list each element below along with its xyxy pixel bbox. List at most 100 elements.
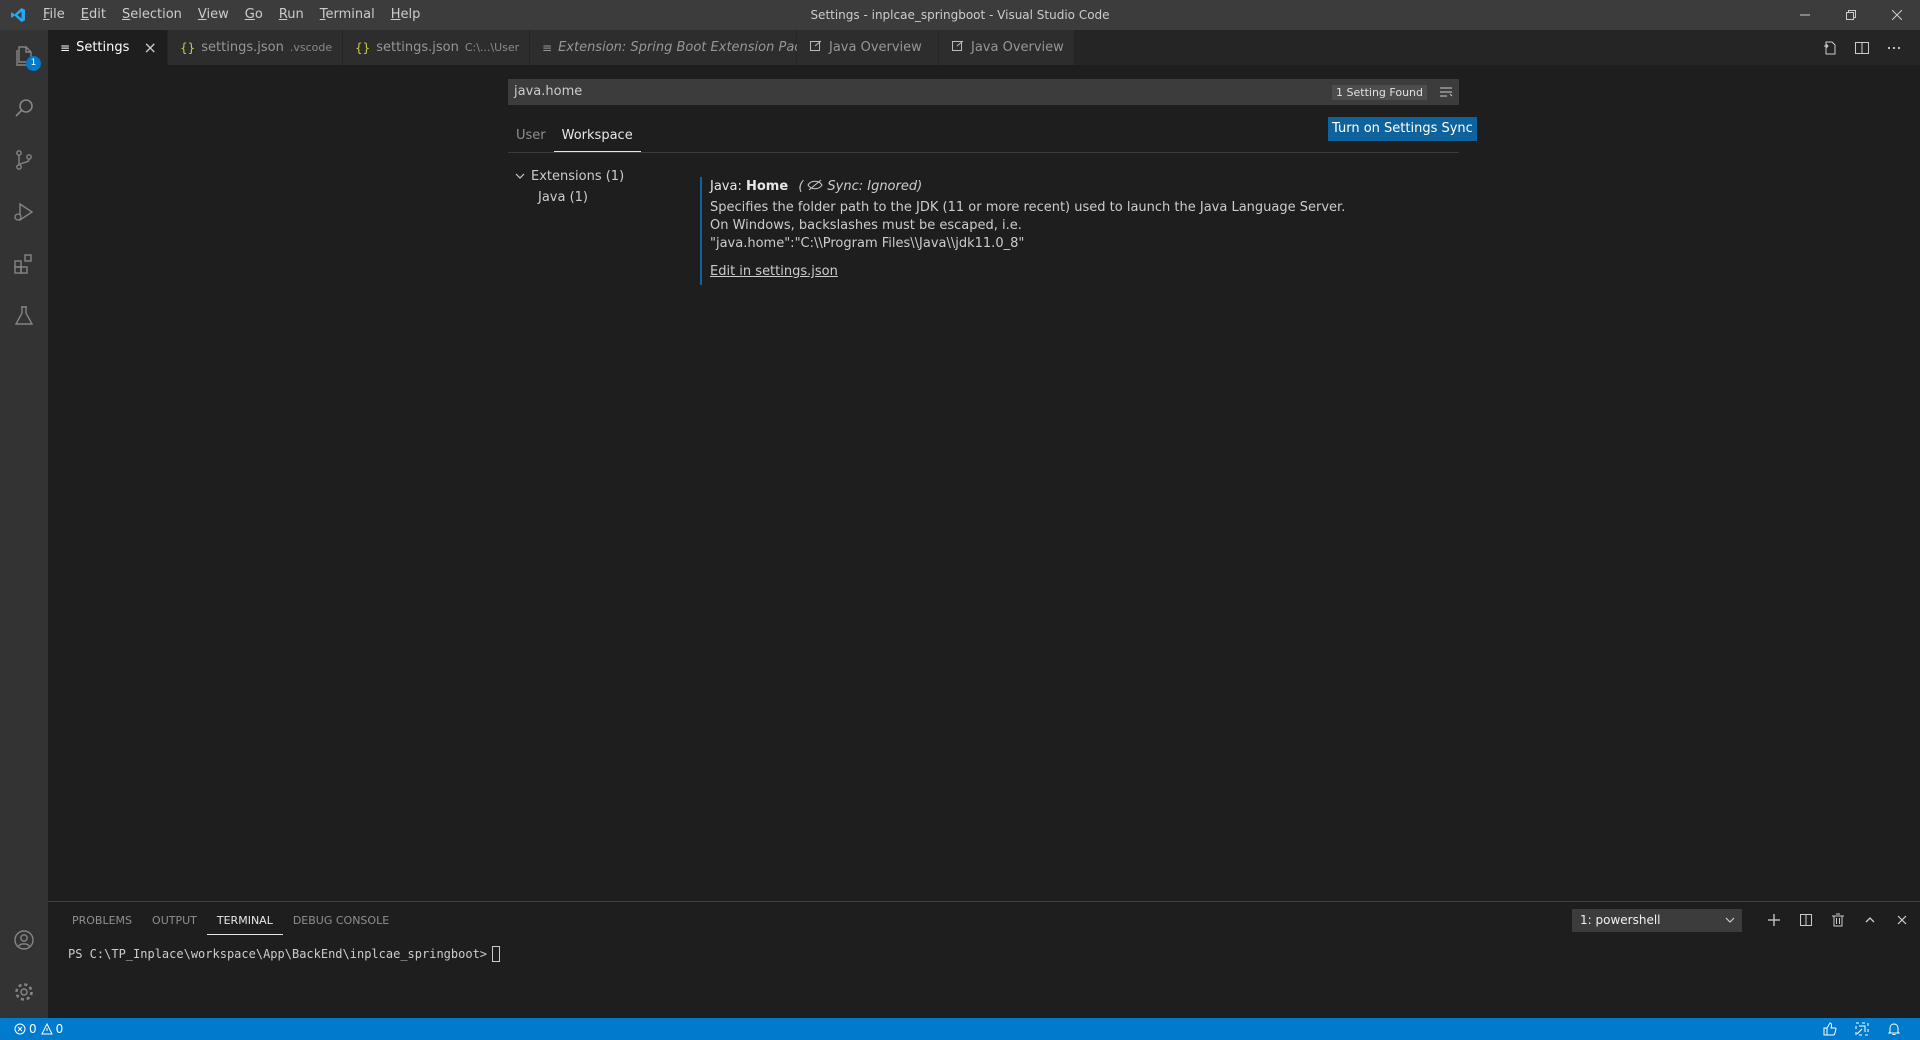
settings-search-value[interactable]: java.home bbox=[508, 79, 1332, 105]
close-panel-button[interactable] bbox=[1886, 907, 1918, 933]
problems-status[interactable]: 0 0 bbox=[0, 1022, 63, 1036]
minimize-icon bbox=[1800, 14, 1810, 16]
tab-java-overview-2[interactable]: Java Overview bbox=[939, 30, 1075, 65]
open-settings-json-button[interactable] bbox=[1814, 30, 1846, 65]
feedback-button[interactable] bbox=[1814, 1022, 1846, 1036]
split-terminal-button[interactable] bbox=[1790, 907, 1822, 933]
filter-button[interactable] bbox=[1433, 86, 1459, 98]
tab-extension-spring-boot[interactable]: ≡ Extension: Spring Boot Extension Pack bbox=[530, 30, 809, 65]
filter-icon bbox=[1440, 87, 1453, 97]
close-tab-icon[interactable]: × bbox=[143, 38, 157, 57]
setting-description-line-3: "java.home":"C:\\Program Files\\Java\\jd… bbox=[710, 236, 1025, 251]
activity-testing[interactable] bbox=[0, 290, 48, 342]
open-file-icon bbox=[1824, 41, 1836, 54]
new-terminal-button[interactable] bbox=[1758, 907, 1790, 933]
close-icon bbox=[1897, 915, 1907, 925]
menu-run[interactable]: Run bbox=[271, 0, 312, 30]
maximize-panel-button[interactable] bbox=[1854, 907, 1886, 933]
activity-explorer[interactable]: 1 bbox=[0, 30, 48, 82]
sync-paren: ( bbox=[798, 179, 804, 194]
setting-key: Home bbox=[745, 179, 789, 194]
tab-label: Settings bbox=[76, 40, 130, 55]
toc-java-item[interactable]: Java (1) bbox=[513, 187, 693, 209]
account-icon bbox=[14, 930, 34, 950]
close-icon bbox=[1892, 10, 1902, 20]
menu-selection[interactable]: Selection bbox=[114, 0, 190, 30]
tab-settings-json-workspace[interactable]: {} settings.json .vscode bbox=[168, 30, 343, 65]
preview-icon bbox=[951, 39, 965, 56]
tab-description: .vscode bbox=[289, 41, 333, 54]
activity-manage[interactable] bbox=[0, 966, 48, 1018]
tab-settings-json-user[interactable]: {} settings.json C:\...\User bbox=[343, 30, 530, 65]
tab-java-overview-1[interactable]: Java Overview bbox=[797, 30, 939, 65]
notifications-button[interactable] bbox=[1878, 1022, 1910, 1036]
activity-accounts[interactable] bbox=[0, 914, 48, 966]
close-window-button[interactable] bbox=[1874, 0, 1920, 30]
kill-terminal-button[interactable] bbox=[1822, 907, 1854, 933]
menu-view[interactable]: View bbox=[190, 0, 237, 30]
terminal-cursor bbox=[492, 946, 501, 962]
panel-actions bbox=[1758, 907, 1918, 933]
settings-editor: java.home 1 Setting Found User Workspace… bbox=[48, 65, 1920, 901]
title-bar: File Edit Selection View Go Run Terminal… bbox=[0, 0, 1920, 30]
activity-run-debug[interactable] bbox=[0, 186, 48, 238]
activity-source-control[interactable] bbox=[0, 134, 48, 186]
extensions-icon bbox=[14, 254, 32, 274]
sync-ignored-icon bbox=[807, 179, 823, 191]
more-actions-button[interactable] bbox=[1878, 30, 1910, 65]
menu-file[interactable]: File bbox=[35, 0, 73, 30]
error-count: 0 bbox=[29, 1022, 37, 1036]
minimize-button[interactable] bbox=[1782, 0, 1828, 30]
explorer-badge: 1 bbox=[26, 56, 41, 71]
restore-icon bbox=[1846, 10, 1856, 20]
terminal-output[interactable]: PS C:\TP_Inplace\workspace\App\BackEnd\i… bbox=[68, 946, 501, 962]
bell-icon bbox=[1887, 1023, 1901, 1035]
status-bar-right bbox=[1814, 1018, 1910, 1040]
setting-description-line-2: On Windows, backslashes must be escaped,… bbox=[710, 218, 1022, 233]
tab-problems[interactable]: PROBLEMS bbox=[62, 908, 142, 935]
tab-output[interactable]: OUTPUT bbox=[142, 908, 207, 935]
activity-bar: 1 bbox=[0, 30, 48, 1018]
turn-on-settings-sync-button[interactable]: Turn on Settings Sync bbox=[1328, 117, 1477, 141]
sync-note-text: Sync: Ignored) bbox=[827, 179, 923, 194]
panel-tabs: PROBLEMS OUTPUT TERMINAL DEBUG CONSOLE bbox=[62, 908, 399, 935]
ellipsis-icon bbox=[1887, 46, 1901, 49]
activity-search[interactable] bbox=[0, 82, 48, 134]
terminal-select-value: 1: powershell bbox=[1580, 913, 1661, 927]
split-editor-button[interactable] bbox=[1846, 30, 1878, 65]
toc-group-label: Extensions (1) bbox=[531, 168, 625, 184]
live-share-button[interactable] bbox=[1846, 1022, 1878, 1036]
tab-user-scope[interactable]: User bbox=[508, 121, 554, 152]
settings-file-icon: ≡ bbox=[60, 40, 71, 55]
menu-go[interactable]: Go bbox=[237, 0, 271, 30]
toc-extensions-group[interactable]: Extensions (1) bbox=[513, 165, 693, 187]
result-count-badge: 1 Setting Found bbox=[1332, 84, 1427, 100]
terminal-select-dropdown[interactable]: 1: powershell bbox=[1572, 909, 1742, 932]
settings-table-of-contents: Extensions (1) Java (1) bbox=[513, 165, 693, 209]
thumbs-up-icon bbox=[1823, 1022, 1837, 1036]
plus-icon bbox=[1768, 914, 1780, 926]
activity-extensions[interactable] bbox=[0, 238, 48, 290]
trash-icon bbox=[1832, 913, 1844, 927]
tab-workspace-scope[interactable]: Workspace bbox=[553, 121, 641, 152]
tab-label: settings.json bbox=[376, 40, 459, 55]
split-editor-icon bbox=[1855, 41, 1869, 54]
tab-terminal[interactable]: TERMINAL bbox=[206, 908, 283, 935]
menu-terminal[interactable]: Terminal bbox=[312, 0, 383, 30]
tab-debug-console[interactable]: DEBUG CONSOLE bbox=[283, 908, 399, 935]
settings-scope-tabs: User Workspace bbox=[508, 121, 1459, 153]
menu-help[interactable]: Help bbox=[383, 0, 429, 30]
tab-settings[interactable]: ≡ Settings × bbox=[48, 30, 168, 65]
search-icon bbox=[15, 99, 33, 117]
setting-java-home: Java: Home (Sync: Ignored) Specifies the… bbox=[700, 177, 1460, 285]
split-icon bbox=[1800, 914, 1812, 926]
editor-tab-bar: ≡ Settings × {} settings.json .vscode {}… bbox=[48, 30, 1920, 65]
warning-icon bbox=[40, 1023, 53, 1035]
sync-ignored-note: ( Sync: Ignored) bbox=[798, 179, 922, 194]
restore-button[interactable] bbox=[1828, 0, 1874, 30]
extension-page-icon: ≡ bbox=[542, 40, 553, 55]
editor-actions bbox=[1814, 30, 1910, 65]
settings-search-input[interactable]: java.home 1 Setting Found bbox=[508, 79, 1459, 105]
menu-edit[interactable]: Edit bbox=[73, 0, 114, 30]
edit-in-settings-json-link[interactable]: Edit in settings.json bbox=[710, 264, 838, 279]
